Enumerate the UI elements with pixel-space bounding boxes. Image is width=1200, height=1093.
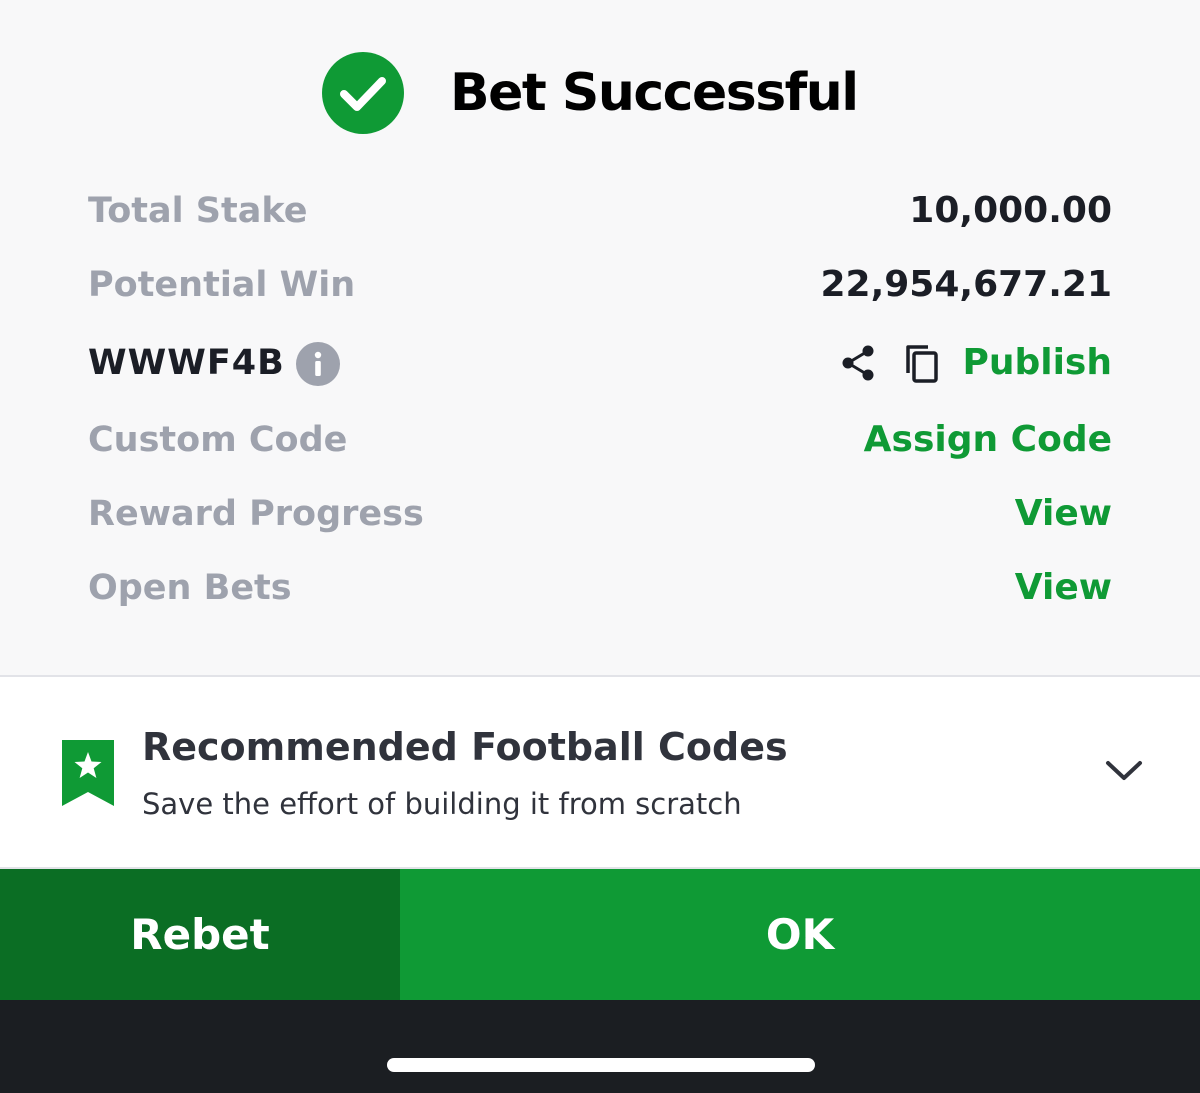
rebet-button[interactable]: Rebet	[0, 869, 400, 1000]
custom-code-label: Custom Code	[88, 420, 348, 460]
custom-code-row: Custom Code Assign Code	[88, 412, 1112, 468]
check-circle-icon	[322, 52, 404, 134]
copy-icon[interactable]	[900, 341, 944, 385]
ok-button[interactable]: OK	[400, 869, 1200, 1000]
publish-link[interactable]: Publish	[962, 335, 1112, 391]
info-icon[interactable]	[296, 342, 340, 386]
home-indicator[interactable]	[387, 1058, 815, 1072]
potential-win-value: 22,954,677.21	[820, 264, 1112, 305]
total-stake-value: 10,000.00	[909, 190, 1112, 231]
open-bets-view-link[interactable]: View	[1015, 560, 1112, 616]
recommended-codes-panel[interactable]: Recommended Football Codes Save the effo…	[0, 677, 1200, 867]
potential-win-row: Potential Win 22,954,677.21	[88, 257, 1112, 313]
recommended-subtitle: Save the effort of building it from scra…	[142, 787, 742, 821]
recommended-title: Recommended Football Codes	[142, 725, 788, 769]
share-icon[interactable]	[836, 341, 880, 385]
reward-progress-label: Reward Progress	[88, 494, 424, 534]
booking-code-row: WWWF4B Publish	[88, 335, 1112, 391]
assign-code-link[interactable]: Assign Code	[864, 412, 1112, 468]
total-stake-row: Total Stake 10,000.00	[88, 183, 1112, 239]
open-bets-label: Open Bets	[88, 568, 292, 608]
potential-win-label: Potential Win	[88, 265, 356, 305]
page-title: Bet Successful	[450, 63, 859, 123]
success-header: Bet Successful	[0, 0, 1200, 185]
open-bets-row: Open Bets View	[88, 560, 1112, 616]
reward-progress-row: Reward Progress View	[88, 486, 1112, 542]
chevron-down-icon[interactable]	[1104, 755, 1144, 785]
total-stake-label: Total Stake	[88, 191, 308, 231]
booking-code: WWWF4B	[88, 343, 285, 383]
bookmark-star-icon	[60, 738, 116, 808]
home-indicator-bar	[0, 1000, 1200, 1093]
reward-progress-view-link[interactable]: View	[1015, 486, 1112, 542]
